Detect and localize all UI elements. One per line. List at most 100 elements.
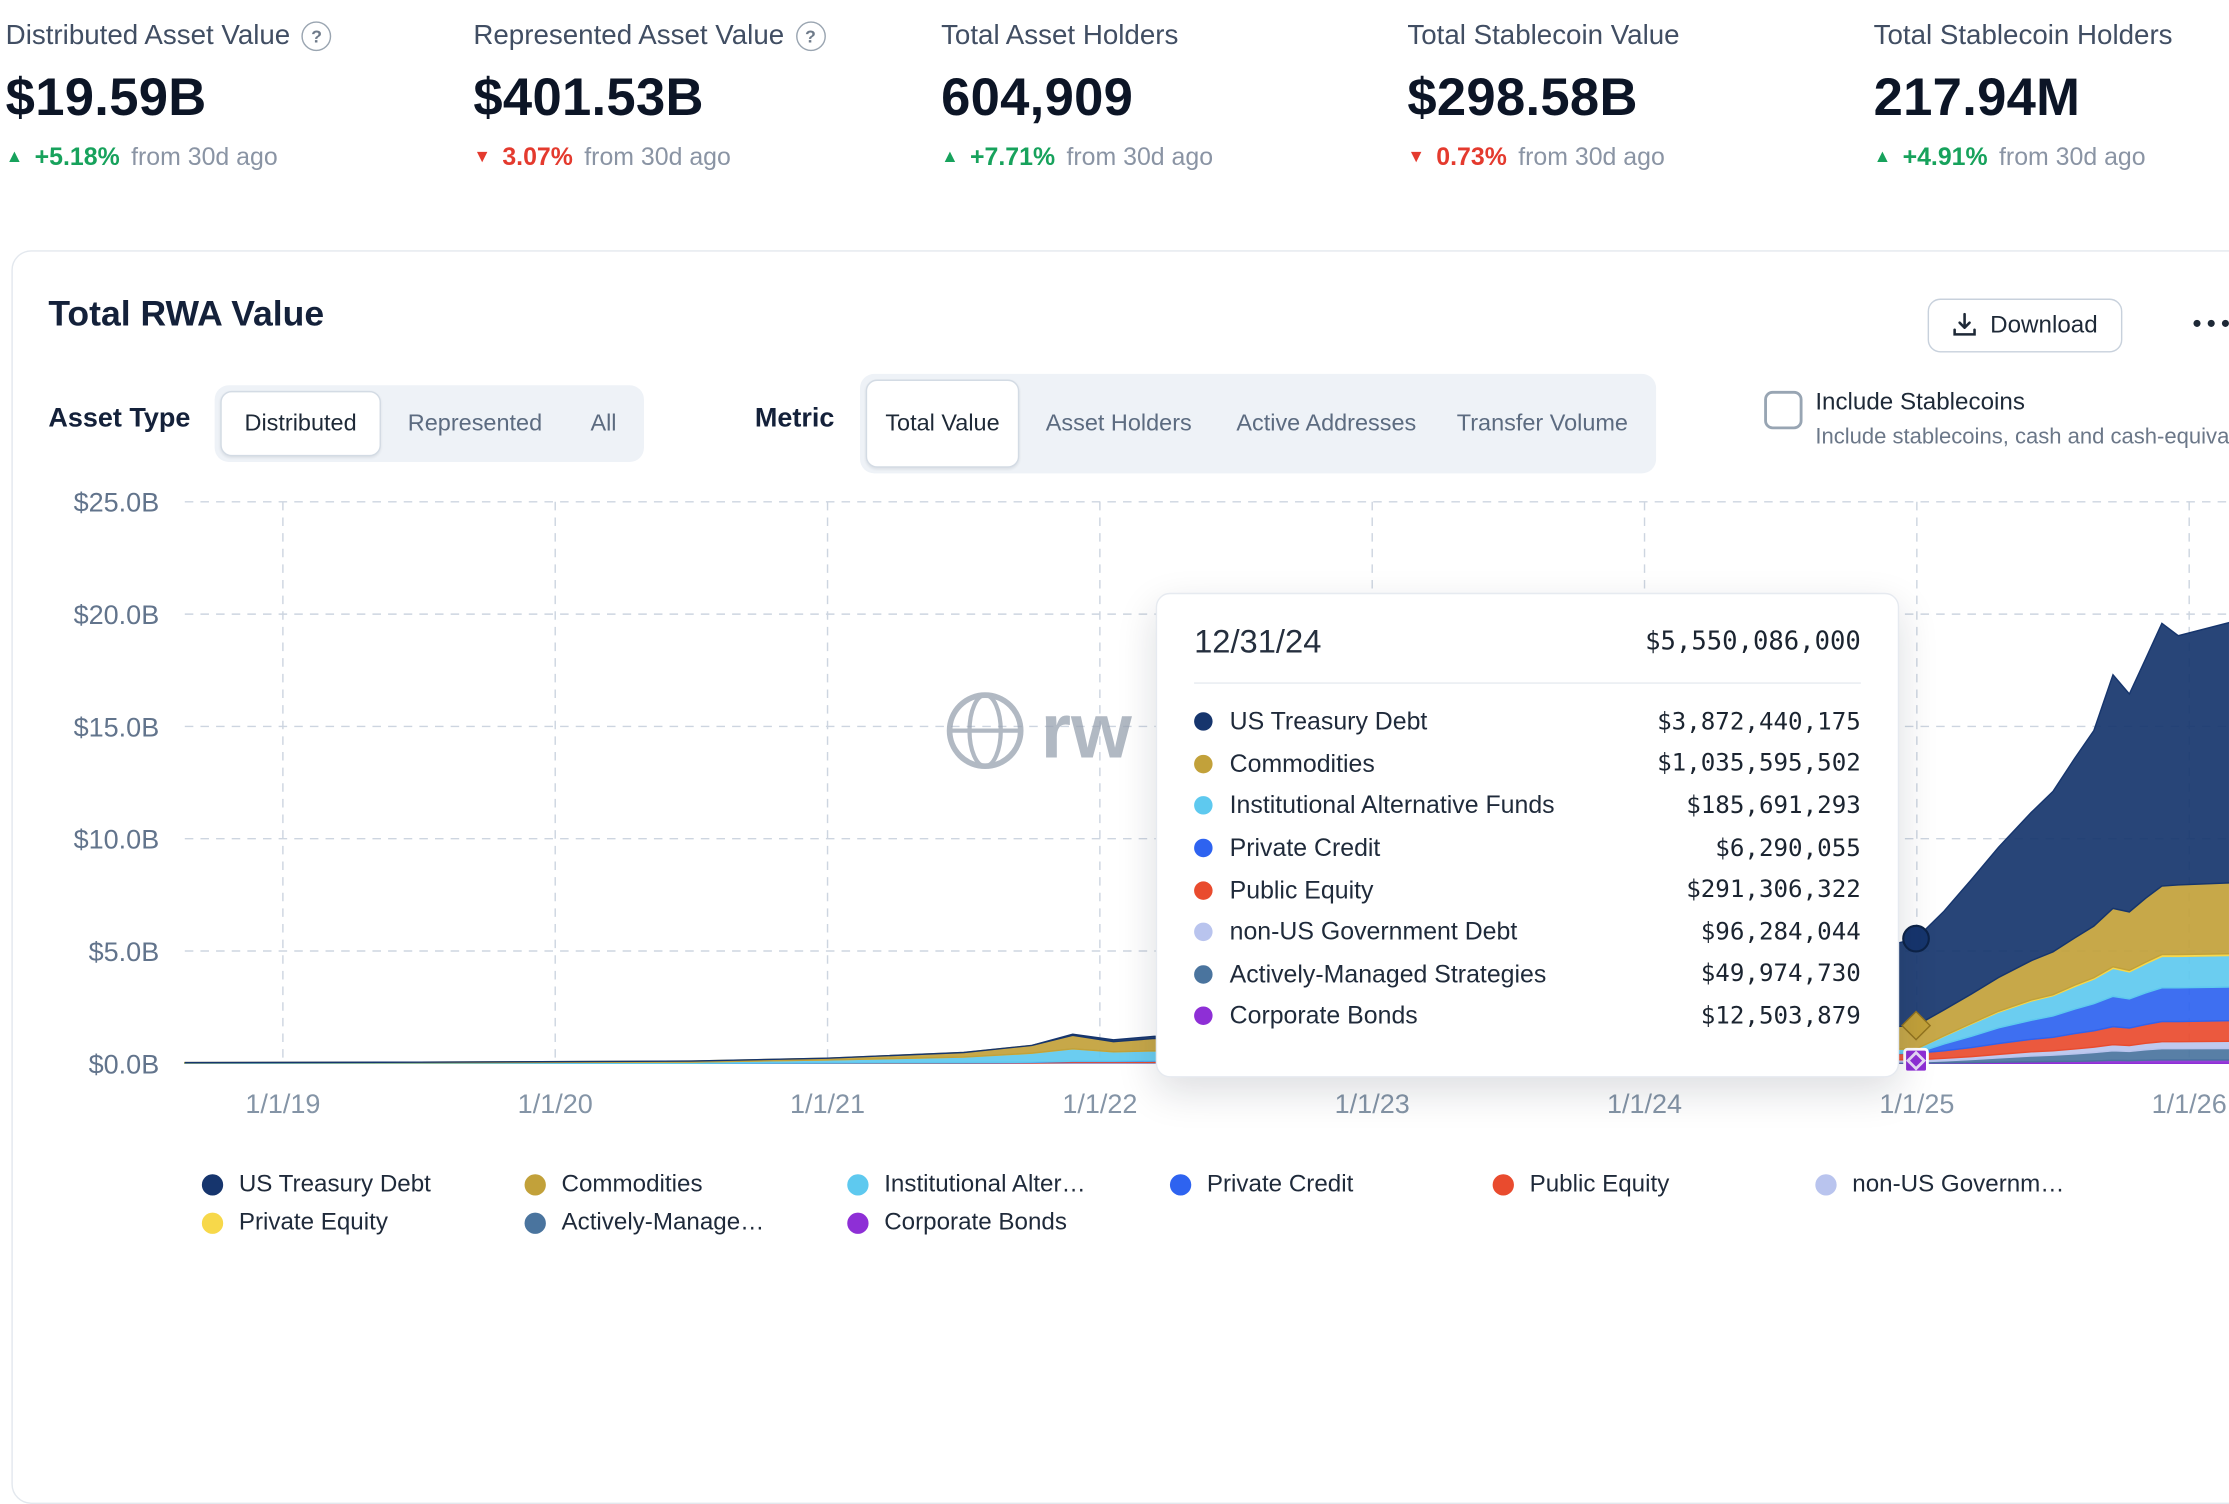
include-stablecoins-label: Include Stablecoins bbox=[1815, 388, 2025, 416]
stat-change-pct: +4.91% bbox=[1903, 142, 1988, 172]
stat-change-pct: 3.07% bbox=[502, 142, 573, 172]
svg-text:1/1/25: 1/1/25 bbox=[1879, 1089, 1954, 1119]
svg-text:$5.0B: $5.0B bbox=[89, 937, 160, 967]
series-color-dot bbox=[525, 1173, 546, 1194]
stat-total-stablecoin-value: Total Stablecoin Value $298.58B ▼ 0.73% … bbox=[1407, 20, 1851, 172]
series-color-dot bbox=[1194, 839, 1212, 857]
stat-change: ▼ 0.73% from 30d ago bbox=[1407, 142, 1851, 172]
tooltip-row: Institutional Alternative Funds$185,691,… bbox=[1194, 785, 1861, 827]
stat-total-stablecoin-holders: Total Stablecoin Holders 217.94M ▲ +4.91… bbox=[1874, 20, 2229, 172]
svg-text:$25.0B: $25.0B bbox=[74, 488, 160, 518]
series-color-dot bbox=[202, 1173, 223, 1194]
page: Distributed Asset Value ? $19.59B ▲ +5.1… bbox=[0, 0, 2229, 1258]
series-color-dot bbox=[525, 1212, 546, 1233]
stat-label: Total Stablecoin Holders bbox=[1874, 20, 2173, 53]
svg-text:1/1/23: 1/1/23 bbox=[1335, 1089, 1410, 1119]
svg-text:1/1/20: 1/1/20 bbox=[518, 1089, 593, 1119]
watermark-text: rw bbox=[1041, 692, 1132, 770]
legend-item[interactable]: Public Equity bbox=[1493, 1170, 1816, 1198]
asset-type-option-distributed[interactable]: Distributed bbox=[220, 391, 380, 456]
stat-label: Distributed Asset Value bbox=[6, 20, 291, 53]
series-color-dot bbox=[1194, 881, 1212, 899]
include-stablecoins-checkbox[interactable] bbox=[1764, 391, 1802, 429]
series-color-dot bbox=[1493, 1173, 1514, 1194]
globe-icon bbox=[944, 689, 1026, 771]
stat-label: Total Asset Holders bbox=[941, 20, 1178, 53]
metric-option-total-value[interactable]: Total Value bbox=[866, 380, 1020, 468]
stat-change: ▼ 3.07% from 30d ago bbox=[473, 142, 917, 172]
stat-change-suffix: from 30d ago bbox=[1518, 142, 1665, 172]
svg-text:$15.0B: $15.0B bbox=[74, 712, 160, 742]
metric-option-asset-holders[interactable]: Asset Holders bbox=[1019, 380, 1218, 468]
asset-type-label: Asset Type bbox=[48, 404, 190, 435]
download-label: Download bbox=[1990, 311, 2097, 339]
tooltip-row: Actively-Managed Strategies$49,974,730 bbox=[1194, 953, 1861, 995]
svg-text:1/1/21: 1/1/21 bbox=[790, 1089, 865, 1119]
up-triangle-icon: ▲ bbox=[1874, 148, 1892, 166]
svg-text:1/1/26: 1/1/26 bbox=[2152, 1089, 2227, 1119]
series-color-dot bbox=[1815, 1173, 1836, 1194]
info-icon[interactable]: ? bbox=[302, 21, 332, 51]
asset-type-option-all[interactable]: All bbox=[569, 391, 638, 456]
chart-tooltip: 12/31/24 $5,550,086,000 US Treasury Debt… bbox=[1156, 593, 1899, 1078]
legend-item[interactable]: Private Equity bbox=[202, 1208, 525, 1236]
info-icon[interactable]: ? bbox=[796, 21, 826, 51]
tooltip-row: US Treasury Debt$3,872,440,175 bbox=[1194, 701, 1861, 743]
metric-option-transfer-volume[interactable]: Transfer Volume bbox=[1434, 380, 1650, 468]
legend-item[interactable]: non-US Governm… bbox=[1815, 1170, 2138, 1198]
legend-item[interactable]: US Treasury Debt bbox=[202, 1170, 525, 1198]
series-color-dot bbox=[1194, 1007, 1212, 1025]
stat-represented-asset-value: Represented Asset Value ? $401.53B ▼ 3.0… bbox=[473, 20, 917, 172]
legend-item[interactable]: Institutional Alter… bbox=[847, 1170, 1170, 1198]
series-color-dot bbox=[847, 1173, 868, 1194]
series-color-dot bbox=[1194, 755, 1212, 773]
include-stablecoins-sublabel: Include stablecoins, cash and cash-equiv… bbox=[1815, 425, 2229, 451]
download-button[interactable]: Download bbox=[1928, 299, 2122, 353]
up-triangle-icon: ▲ bbox=[6, 148, 24, 166]
tooltip-row: Private Credit$6,290,055 bbox=[1194, 827, 1861, 869]
stat-value: $298.58B bbox=[1407, 68, 1851, 128]
tooltip-divider bbox=[1194, 682, 1861, 683]
series-color-dot bbox=[847, 1212, 868, 1233]
stat-value: $401.53B bbox=[473, 68, 917, 128]
stat-change-suffix: from 30d ago bbox=[1066, 142, 1213, 172]
tooltip-total: $5,550,086,000 bbox=[1645, 627, 1861, 657]
svg-text:1/1/19: 1/1/19 bbox=[245, 1089, 320, 1119]
series-color-dot bbox=[202, 1212, 223, 1233]
series-color-dot bbox=[1194, 797, 1212, 815]
metric-label: Metric bbox=[755, 404, 835, 435]
card-title: Total RWA Value bbox=[48, 294, 324, 335]
asset-type-option-represented[interactable]: Represented bbox=[381, 391, 569, 456]
tooltip-row: Commodities$1,035,595,502 bbox=[1194, 743, 1861, 785]
down-triangle-icon: ▼ bbox=[473, 148, 491, 166]
series-color-dot bbox=[1194, 923, 1212, 941]
metric-option-active-addresses[interactable]: Active Addresses bbox=[1218, 380, 1434, 468]
stat-change-pct: +7.71% bbox=[970, 142, 1055, 172]
up-triangle-icon: ▲ bbox=[941, 148, 959, 166]
stat-change-suffix: from 30d ago bbox=[584, 142, 731, 172]
more-options-icon[interactable] bbox=[2193, 320, 2229, 327]
series-color-dot bbox=[1194, 965, 1212, 983]
stat-change: ▲ +5.18% from 30d ago bbox=[6, 142, 450, 172]
stat-change: ▲ +4.91% from 30d ago bbox=[1874, 142, 2229, 172]
tooltip-date: 12/31/24 bbox=[1194, 623, 1321, 661]
asset-type-segmented-control: Distributed Represented All bbox=[215, 385, 644, 462]
series-color-dot bbox=[1170, 1173, 1191, 1194]
stat-change-pct: 0.73% bbox=[1436, 142, 1507, 172]
tooltip-row: Public Equity$291,306,322 bbox=[1194, 869, 1861, 911]
metric-segmented-control: Total Value Asset Holders Active Address… bbox=[860, 374, 1656, 474]
stat-change-suffix: from 30d ago bbox=[131, 142, 278, 172]
tooltip-row: Corporate Bonds$12,503,879 bbox=[1194, 995, 1861, 1037]
stat-distributed-asset-value: Distributed Asset Value ? $19.59B ▲ +5.1… bbox=[6, 20, 450, 172]
stat-change-pct: +5.18% bbox=[35, 142, 120, 172]
stat-label: Represented Asset Value bbox=[473, 20, 784, 53]
svg-text:$0.0B: $0.0B bbox=[89, 1049, 160, 1079]
stat-label: Total Stablecoin Value bbox=[1407, 20, 1679, 53]
stat-value: $19.59B bbox=[6, 68, 450, 128]
legend-item[interactable]: Actively-Manage… bbox=[525, 1208, 848, 1236]
stat-total-asset-holders: Total Asset Holders 604,909 ▲ +7.71% fro… bbox=[941, 20, 1385, 172]
legend-item[interactable]: Private Credit bbox=[1170, 1170, 1493, 1198]
download-icon bbox=[1952, 313, 1978, 339]
legend-item[interactable]: Commodities bbox=[525, 1170, 848, 1198]
legend-item[interactable]: Corporate Bonds bbox=[847, 1208, 1170, 1236]
